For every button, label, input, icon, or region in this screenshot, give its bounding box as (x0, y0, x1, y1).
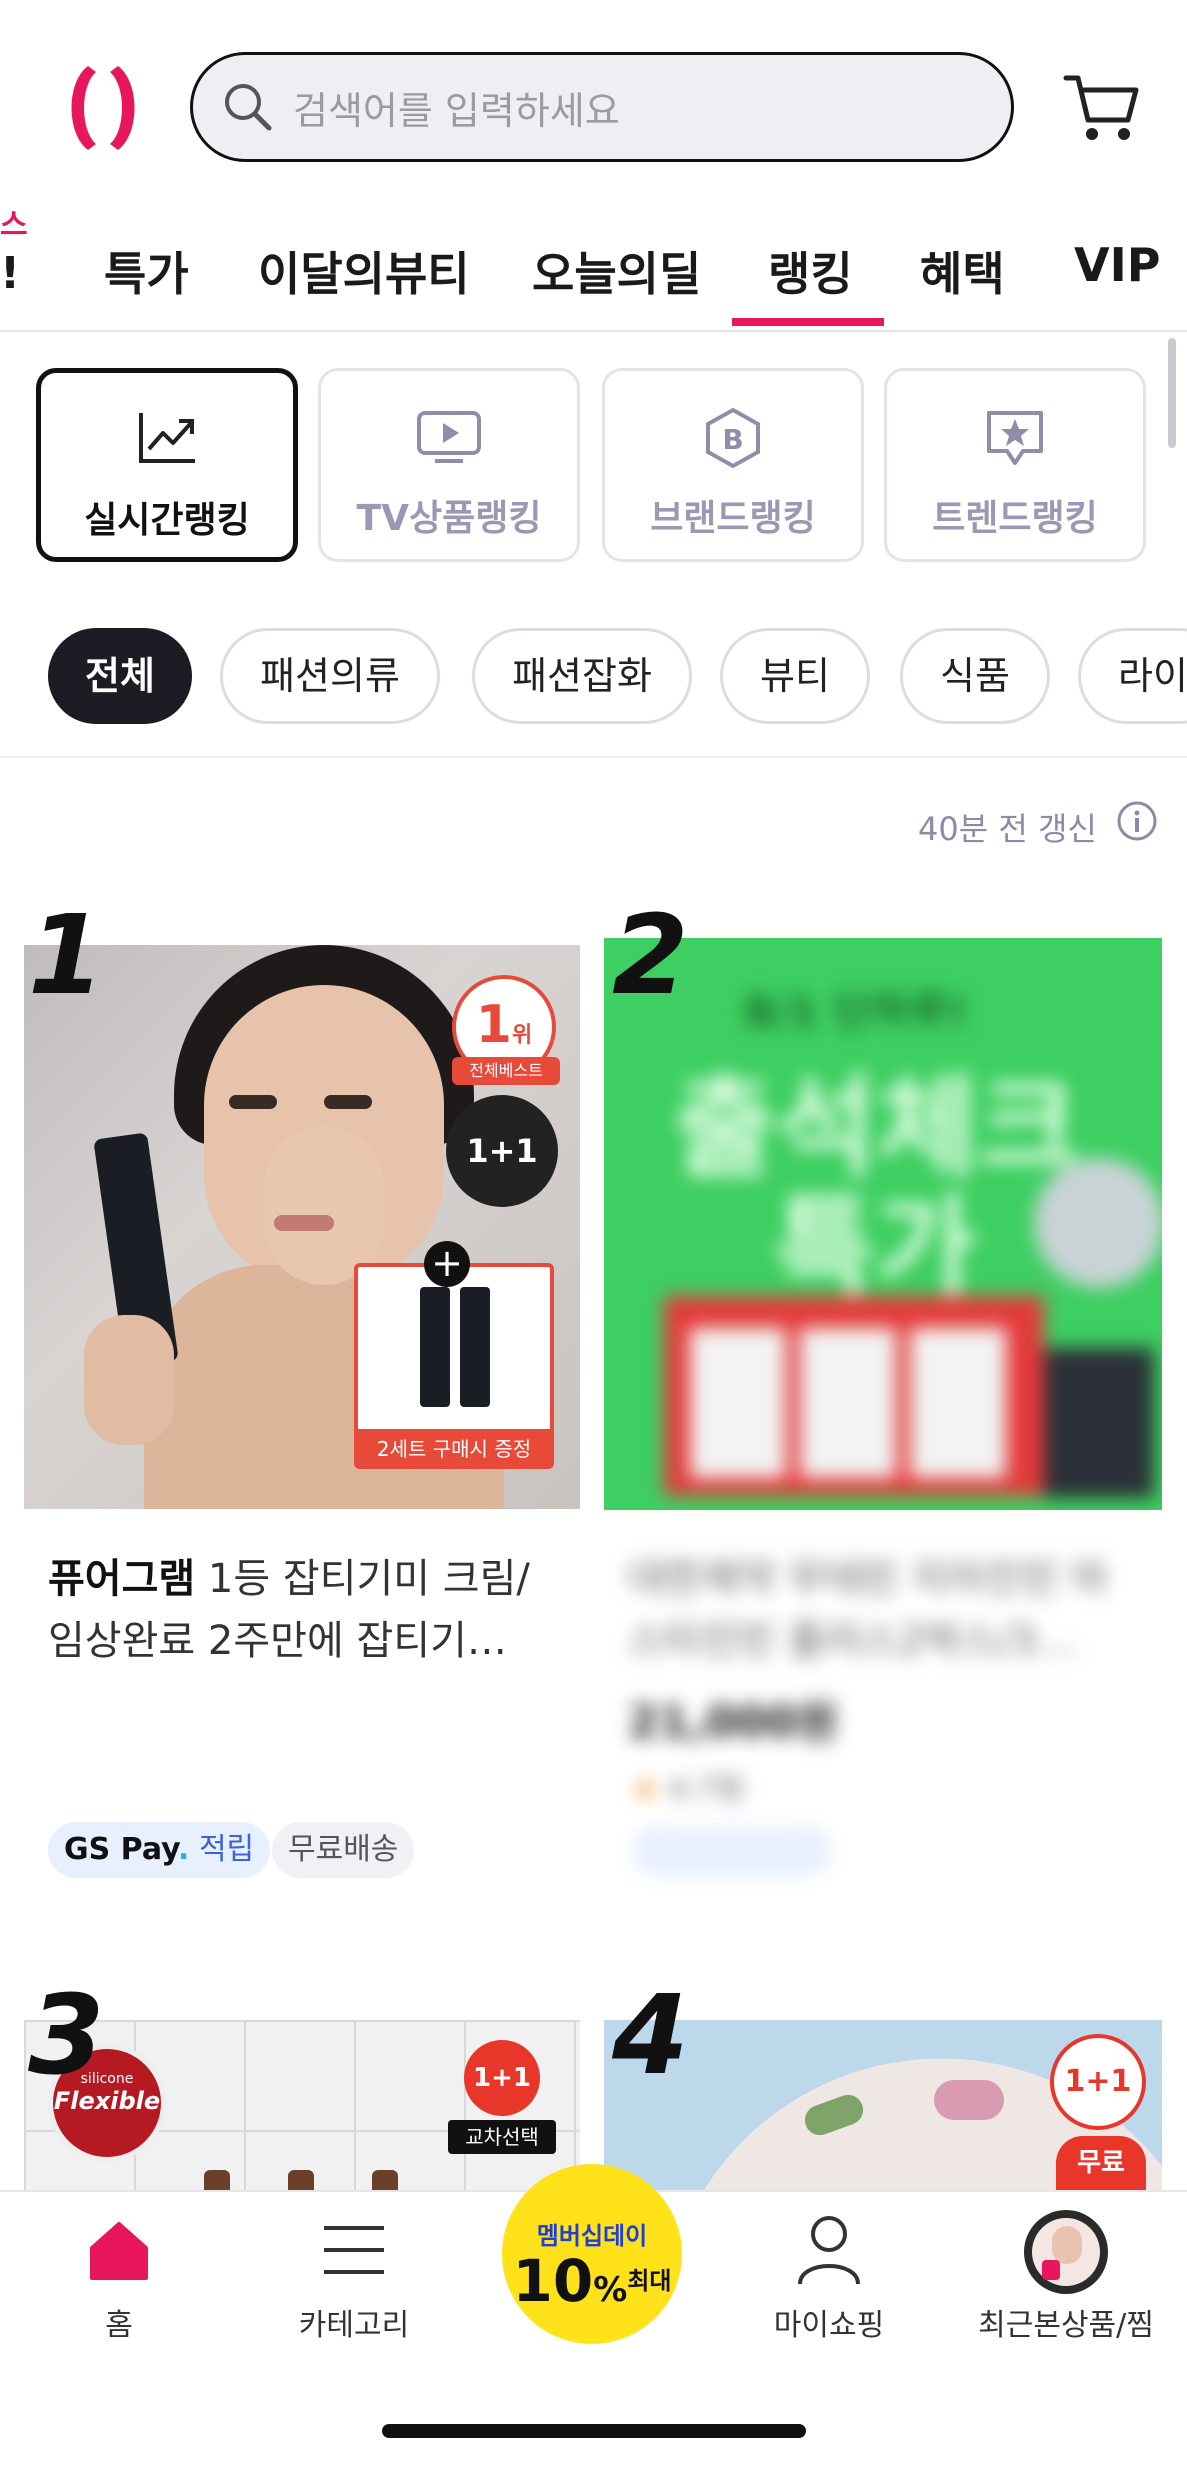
rank-number-3: 3 (28, 1971, 105, 2099)
product-title-1[interactable]: 퓨어그램 1등 잡티기미 크림/ 임상완료 2주만에 잡티기… (48, 1548, 568, 1672)
tab-vip[interactable]: VIP (1074, 238, 1160, 292)
membership-day-percent: 10 (512, 2247, 594, 2315)
membership-day-label: 멤버십데이 (536, 2222, 648, 2250)
product-image-2[interactable]: 8/1 단하루! 출석체크 특가 (604, 938, 1162, 1510)
tab-special-price[interactable]: 특가 (104, 238, 189, 304)
cross-select-label: 교차선택 (448, 2120, 556, 2154)
update-time: 40분 전 갱신 (918, 810, 1097, 848)
ranking-tv-card[interactable]: TV상품랭킹 (318, 368, 580, 562)
category-chip-beauty[interactable]: 뷰티 (720, 628, 870, 724)
promo-badge: 1+1 (446, 1095, 558, 1207)
promo-badge-4: 1+1 (1050, 2034, 1146, 2130)
product-title-2[interactable]: 대한제약 무테린 지아진민 마 스타진민 플러스2박스/3… (628, 1548, 1148, 1672)
user-icon[interactable] (794, 2212, 864, 2288)
membership-day-percent-sign: % (593, 2270, 628, 2310)
rank-badge-label: 전체베스트 (452, 1057, 560, 1085)
search-icon (225, 84, 272, 131)
category-chip-all[interactable]: 전체 (48, 628, 192, 724)
ranking-brand-card[interactable]: B 브랜드랭킹 (602, 368, 864, 562)
product-rating-2: ★ 4.7점 (632, 1772, 744, 1807)
rank-badge-number: 1 (475, 995, 512, 1055)
ranking-trend-label: 트렌드랭킹 (932, 498, 1098, 539)
category-chip-fashion-clothing[interactable]: 패션의류 (220, 628, 440, 724)
ranking-brand-label: 브랜드랭킹 (650, 498, 816, 539)
promo-badge-3: 1+1 (464, 2040, 540, 2116)
nav-recent-label[interactable]: 최근본상품/찜 (966, 2300, 1166, 2344)
product-brand-1: 퓨어그램 (48, 1556, 196, 1602)
banner-top: 8/1 단하루! (744, 987, 968, 1036)
section-divider (0, 756, 1187, 758)
tab-ranking[interactable]: 랭킹 (768, 238, 853, 304)
product-image-3[interactable]: silicone Flexible 1+1 교차선택 (24, 2020, 580, 2190)
rank-number-1: 1 (28, 891, 105, 1019)
tab-partial[interactable]: ! (0, 248, 20, 299)
gspay-badge: GS Pay. 적립 (48, 1822, 271, 1878)
free-badge-4: 무료 (1056, 2136, 1146, 2190)
ranking-tv-label: TV상품랭킹 (356, 498, 542, 539)
product-2-tags (632, 1826, 832, 1876)
product-name-1-line2: 임상완료 2주만에 잡티기… (48, 1618, 507, 1664)
home-icon[interactable] (84, 2216, 154, 2286)
rank-badge-suffix: 위 (511, 1023, 533, 1048)
home-indicator (382, 2424, 806, 2438)
info-icon[interactable] (1116, 800, 1158, 842)
star-bubble-icon (987, 411, 1043, 465)
search-placeholder: 검색어를 입력하세요 (293, 88, 620, 133)
membership-day-max: 최대 (627, 2267, 672, 2295)
product-price-2: 21,000원 (628, 1697, 839, 1748)
rank-number-4: 4 (612, 1971, 689, 2099)
tab-partial-label: 스 (0, 208, 28, 243)
product-name-1: 1등 잡티기미 크림/ (207, 1556, 530, 1602)
brand-logo[interactable] (58, 62, 148, 154)
scrollbar[interactable] (1168, 338, 1176, 448)
product-name-2: 대한제약 무테린 지아진민 마 (628, 1556, 1108, 1602)
nav-category-label[interactable]: 카테고리 (274, 2300, 434, 2344)
trend-chart-icon (139, 413, 195, 463)
product-image-1[interactable]: 1위 전체베스트 1+1 + 2세트 구매시 증정 (24, 945, 580, 1509)
tv-play-icon (417, 411, 481, 463)
rank-number-2: 2 (612, 891, 689, 1019)
gift-label: 2세트 구매시 증정 (354, 1429, 554, 1469)
gspay-brand: GS Pay (64, 1832, 178, 1867)
nav-home-label[interactable]: 홈 (84, 2300, 154, 2344)
menu-icon[interactable] (320, 2222, 388, 2278)
product-rating-2-value: 4.7점 (668, 1772, 744, 1807)
brand-b-icon: B (706, 407, 760, 469)
membership-day-badge[interactable]: 멤버십데이 10%최대 (502, 2164, 682, 2344)
gspay-text: 적립 (198, 1832, 255, 1867)
banner-title2: 특가 (774, 1184, 977, 1312)
cart-icon[interactable] (1062, 68, 1142, 146)
ranking-realtime-label: 실시간랭킹 (84, 500, 250, 541)
category-chip-food[interactable]: 식품 (900, 628, 1050, 724)
category-chip-fashion-goods[interactable]: 패션잡화 (472, 628, 692, 724)
free-shipping-badge: 무료배송 (272, 1822, 415, 1878)
search-input[interactable]: 검색어를 입력하세요 (190, 52, 1014, 162)
plus-icon: + (424, 1241, 470, 1287)
active-tab-indicator (732, 318, 884, 326)
recent-product-thumb[interactable] (1024, 2210, 1108, 2294)
ranking-realtime-card[interactable]: 실시간랭킹 (36, 368, 298, 562)
nav-myshopping-label[interactable]: 마이쇼핑 (758, 2300, 900, 2344)
svg-text:B: B (722, 423, 743, 456)
category-chip-life[interactable]: 라이 (1078, 628, 1187, 724)
tab-monthly-beauty[interactable]: 이달의뷰티 (258, 238, 470, 304)
product-name-2-line2: 스타진민 플러스2박스/3… (628, 1618, 1077, 1664)
tab-benefits[interactable]: 혜택 (920, 238, 1005, 304)
ranking-trend-card[interactable]: 트렌드랭킹 (884, 368, 1146, 562)
tab-today-deal[interactable]: 오늘의딜 (532, 238, 701, 304)
